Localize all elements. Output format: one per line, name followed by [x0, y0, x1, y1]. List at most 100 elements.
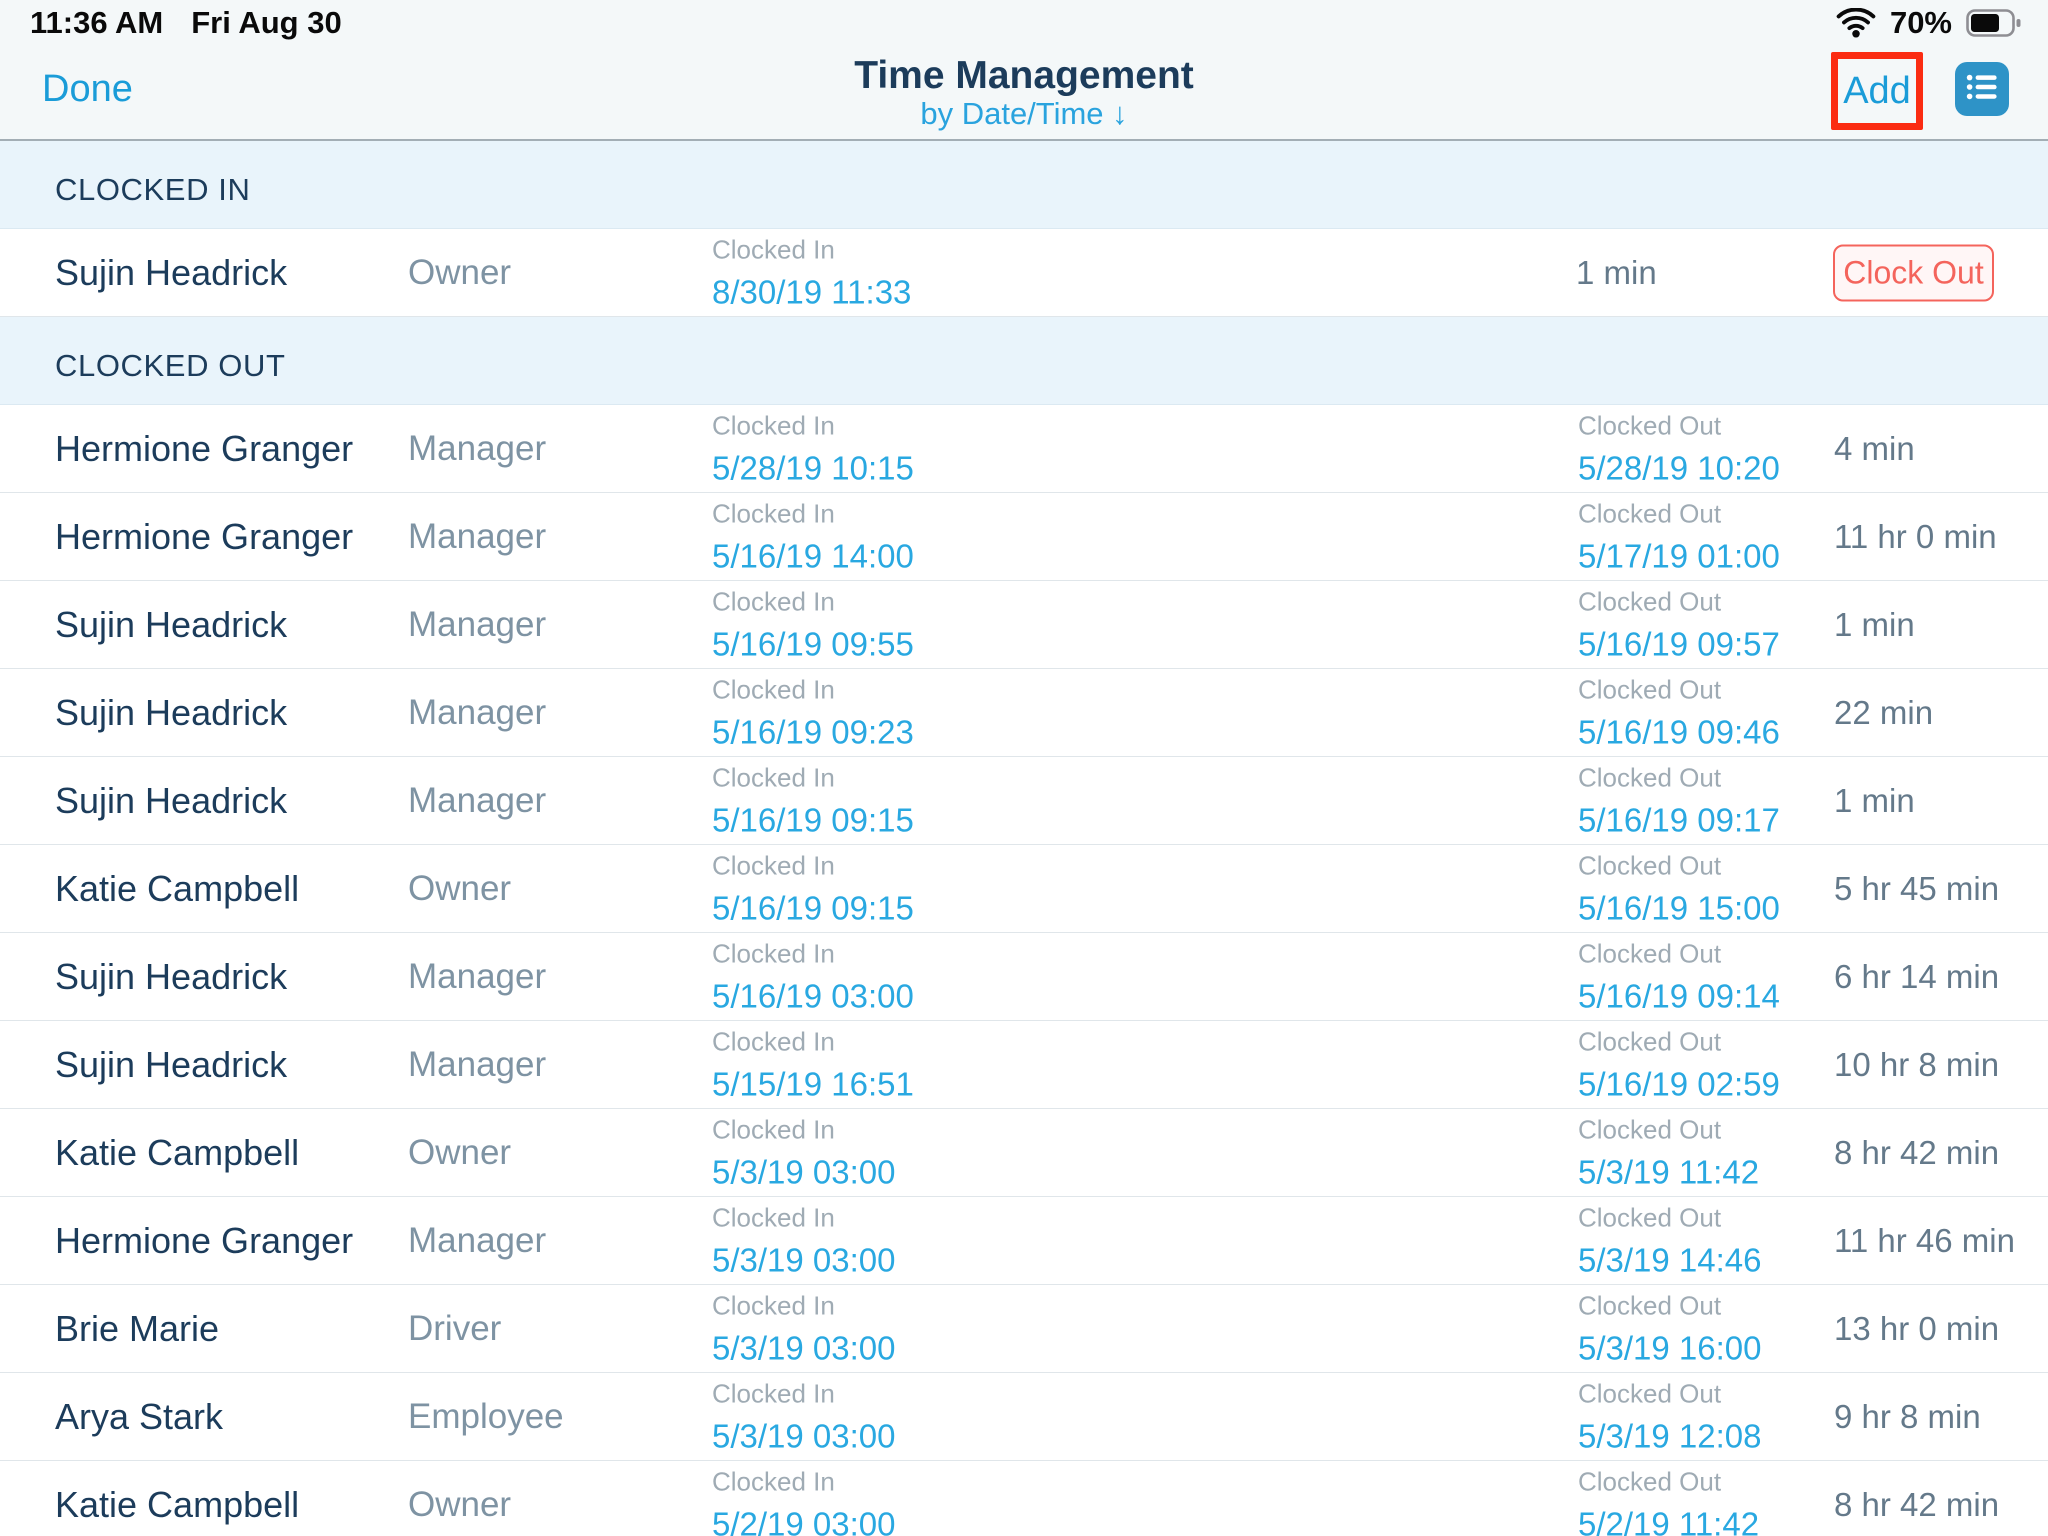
employee-name: Sujin Headrick: [55, 252, 287, 294]
clocked-out-label: Clocked Out: [1578, 586, 1780, 617]
employee-name: Sujin Headrick: [55, 692, 287, 734]
wifi-icon: [1836, 8, 1876, 38]
clocked-out-time[interactable]: 5/3/19 11:42: [1578, 1153, 1759, 1191]
clocked-in-time[interactable]: 5/16/19 09:23: [712, 713, 914, 751]
clocked-in-time[interactable]: 5/2/19 03:00: [712, 1505, 896, 1536]
add-button[interactable]: Add: [1843, 70, 1911, 113]
employee-name: Katie Campbell: [55, 868, 299, 910]
clocked-out-column: Clocked Out 5/3/19 11:42: [1578, 1114, 1759, 1191]
employee-role: Owner: [408, 253, 511, 293]
clocked-in-time[interactable]: 5/16/19 14:00: [712, 537, 914, 575]
clocked-out-label: Clocked Out: [1578, 762, 1780, 793]
duration-text: 5 hr 45 min: [1834, 870, 1999, 908]
clocked-in-time[interactable]: 5/16/19 09:15: [712, 801, 914, 839]
employee-role: Manager: [408, 517, 546, 557]
time-entry-row[interactable]: Sujin Headrick Manager Clocked In 5/16/1…: [0, 581, 2048, 669]
clocked-in-column: Clocked In 5/16/19 09:15: [712, 850, 914, 927]
clocked-in-column: Clocked In 5/28/19 10:15: [712, 410, 914, 487]
clocked-in-time[interactable]: 5/16/19 09:55: [712, 625, 914, 663]
clocked-out-time[interactable]: 5/16/19 09:17: [1578, 801, 1780, 839]
time-entry-row[interactable]: Katie Campbell Owner Clocked In 5/3/19 0…: [0, 1109, 2048, 1197]
time-entry-row[interactable]: Hermione Granger Manager Clocked In 5/28…: [0, 405, 2048, 493]
clocked-in-time[interactable]: 5/16/19 09:15: [712, 889, 914, 927]
time-entry-row[interactable]: Hermione Granger Manager Clocked In 5/3/…: [0, 1197, 2048, 1285]
clocked-out-column: Clocked Out 5/16/19 09:17: [1578, 762, 1780, 839]
employee-role: Manager: [408, 429, 546, 469]
duration-text: 10 hr 8 min: [1834, 1046, 1999, 1084]
time-entry-row[interactable]: Sujin Headrick Manager Clocked In 5/16/1…: [0, 933, 2048, 1021]
clocked-out-column: Clocked Out 5/17/19 01:00: [1578, 498, 1780, 575]
clocked-out-label: Clocked Out: [1578, 1466, 1759, 1497]
clocked-out-time[interactable]: 5/16/19 09:57: [1578, 625, 1780, 663]
clocked-in-label: Clocked In: [712, 498, 914, 529]
employee-name: Hermione Granger: [55, 1220, 353, 1262]
time-entry-row[interactable]: Sujin Headrick Manager Clocked In 5/16/1…: [0, 757, 2048, 845]
employee-role: Manager: [408, 781, 546, 821]
section-title: CLOCKED OUT: [55, 348, 286, 384]
clocked-out-label: Clocked Out: [1578, 410, 1780, 441]
sort-indicator[interactable]: by Date/Time ↓: [0, 96, 2048, 132]
clocked-in-label: Clocked In: [712, 1114, 896, 1145]
clocked-in-label: Clocked In: [712, 410, 914, 441]
clock-out-button[interactable]: Clock Out: [1833, 244, 1994, 301]
time-entry-row[interactable]: Sujin Headrick Manager Clocked In 5/15/1…: [0, 1021, 2048, 1109]
clocked-out-time[interactable]: 5/2/19 11:42: [1578, 1505, 1759, 1536]
employee-role: Manager: [408, 1045, 546, 1085]
clocked-out-time[interactable]: 5/3/19 12:08: [1578, 1417, 1762, 1455]
duration-text: 1 min: [1834, 782, 1915, 820]
time-entry-row[interactable]: Sujin Headrick Owner Clocked In 8/30/19 …: [0, 229, 2048, 317]
time-entry-row[interactable]: Sujin Headrick Manager Clocked In 5/16/1…: [0, 669, 2048, 757]
employee-role: Owner: [408, 869, 511, 909]
clocked-out-column: Clocked Out 5/16/19 15:00: [1578, 850, 1780, 927]
clocked-out-time[interactable]: 5/17/19 01:00: [1578, 537, 1780, 575]
clocked-out-time[interactable]: 5/3/19 16:00: [1578, 1329, 1762, 1367]
employee-name: Sujin Headrick: [55, 956, 287, 998]
clocked-in-label: Clocked In: [712, 1026, 914, 1057]
clocked-in-time[interactable]: 5/3/19 03:00: [712, 1329, 896, 1367]
employee-role: Owner: [408, 1133, 511, 1173]
clocked-in-time[interactable]: 5/3/19 03:00: [712, 1153, 896, 1191]
clocked-out-time[interactable]: 5/28/19 10:20: [1578, 449, 1780, 487]
clocked-in-column: Clocked In 8/30/19 11:33: [712, 234, 911, 311]
employee-name: Katie Campbell: [55, 1132, 299, 1174]
clocked-in-time[interactable]: 5/3/19 03:00: [712, 1241, 896, 1279]
time-entry-row[interactable]: Arya Stark Employee Clocked In 5/3/19 03…: [0, 1373, 2048, 1461]
clocked-out-label: Clocked Out: [1578, 1114, 1759, 1145]
battery-icon: [1966, 9, 2022, 37]
clocked-in-time[interactable]: 5/3/19 03:00: [712, 1417, 896, 1455]
time-entry-row[interactable]: Hermione Granger Manager Clocked In 5/16…: [0, 493, 2048, 581]
clocked-out-time[interactable]: 5/16/19 09:46: [1578, 713, 1780, 751]
clocked-in-label: Clocked In: [712, 674, 914, 705]
clocked-out-time[interactable]: 5/3/19 14:46: [1578, 1241, 1762, 1279]
clocked-out-column: Clocked Out 5/16/19 02:59: [1578, 1026, 1780, 1103]
clocked-in-time[interactable]: 5/28/19 10:15: [712, 449, 914, 487]
duration-text: 1 min: [1834, 606, 1915, 644]
clocked-in-label: Clocked In: [712, 850, 914, 881]
clocked-in-column: Clocked In 5/3/19 03:00: [712, 1378, 896, 1455]
clocked-out-column: Clocked Out 5/3/19 14:46: [1578, 1202, 1762, 1279]
page-title: Time Management: [0, 54, 2048, 98]
clocked-out-time[interactable]: 5/16/19 02:59: [1578, 1065, 1780, 1103]
time-entry-row[interactable]: Katie Campbell Owner Clocked In 5/2/19 0…: [0, 1461, 2048, 1536]
status-bar: 11:36 AM Fri Aug 30 70%: [0, 0, 2048, 42]
time-entry-row[interactable]: Katie Campbell Owner Clocked In 5/16/19 …: [0, 845, 2048, 933]
employee-name: Sujin Headrick: [55, 780, 287, 822]
employee-name: Sujin Headrick: [55, 604, 287, 646]
section-header: CLOCKED OUT: [0, 317, 2048, 405]
clocked-out-time[interactable]: 5/16/19 09:14: [1578, 977, 1780, 1015]
clocked-in-time[interactable]: 8/30/19 11:33: [712, 273, 911, 311]
duration-text: 22 min: [1834, 694, 1933, 732]
employee-role: Manager: [408, 693, 546, 733]
clocked-in-column: Clocked In 5/3/19 03:00: [712, 1114, 896, 1191]
clocked-out-time[interactable]: 5/16/19 15:00: [1578, 889, 1780, 927]
time-entry-row[interactable]: Brie Marie Driver Clocked In 5/3/19 03:0…: [0, 1285, 2048, 1373]
clocked-out-label: Clocked Out: [1578, 1378, 1762, 1409]
clocked-in-column: Clocked In 5/16/19 09:23: [712, 674, 914, 751]
clocked-in-time[interactable]: 5/16/19 03:00: [712, 977, 914, 1015]
clocked-in-column: Clocked In 5/15/19 16:51: [712, 1026, 914, 1103]
clocked-in-time[interactable]: 5/15/19 16:51: [712, 1065, 914, 1103]
view-options-button[interactable]: [1955, 62, 2009, 116]
duration-text: 4 min: [1834, 430, 1915, 468]
clocked-in-column: Clocked In 5/16/19 14:00: [712, 498, 914, 575]
employee-name: Katie Campbell: [55, 1484, 299, 1526]
